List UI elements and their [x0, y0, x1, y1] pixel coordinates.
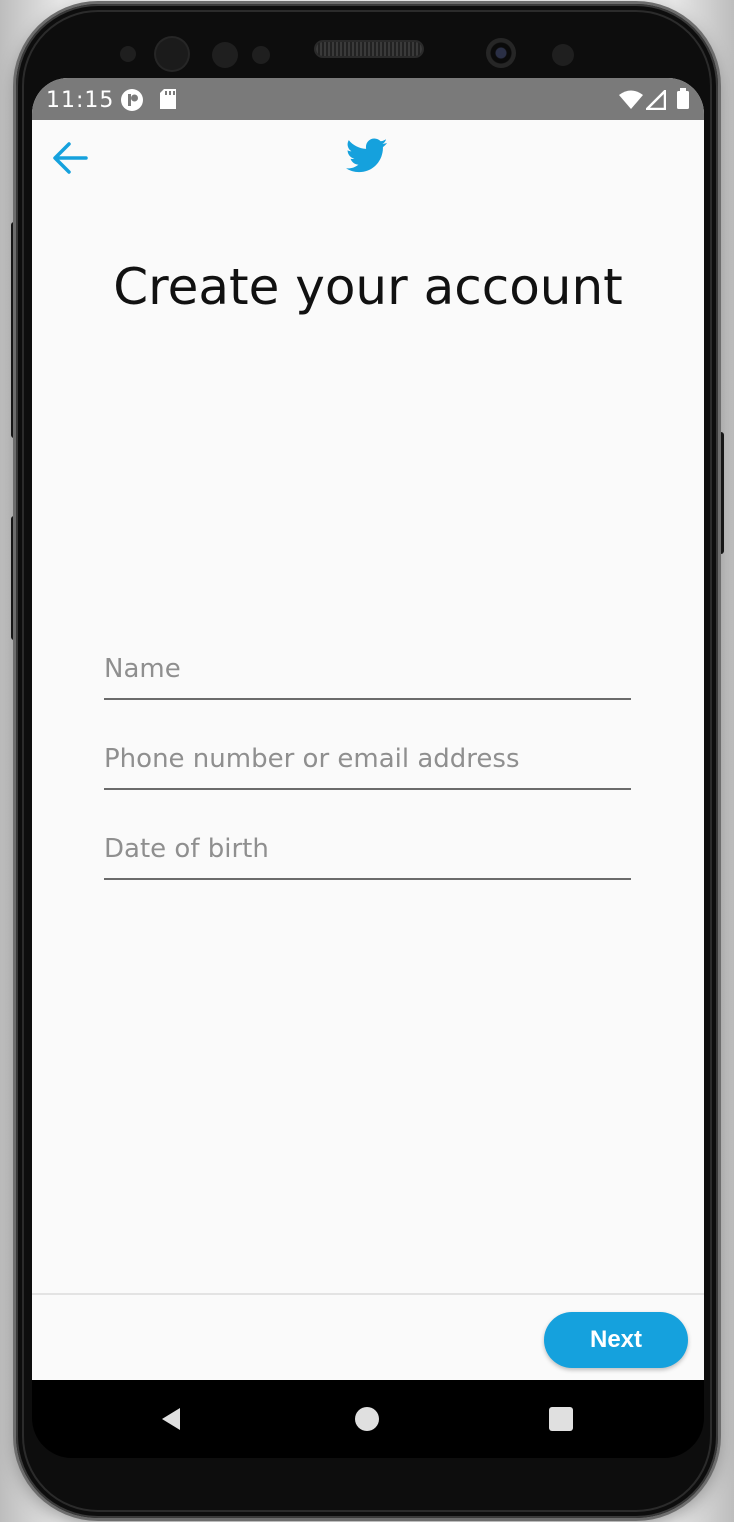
square-recents-icon[interactable] [546, 1404, 576, 1434]
iris-sensor [212, 42, 238, 68]
date-of-birth-field[interactable] [104, 826, 631, 880]
wifi-icon [618, 90, 644, 115]
footer-divider [32, 1293, 704, 1295]
earpiece-speaker [316, 42, 422, 56]
front-camera [486, 38, 516, 68]
next-button[interactable]: Next [544, 1312, 688, 1368]
triangle-back-icon[interactable] [156, 1404, 186, 1434]
app-notification-icon [120, 88, 144, 117]
front-sensor [156, 38, 188, 70]
iris-led [252, 46, 270, 64]
light-sensor [552, 44, 574, 66]
toolbar [32, 120, 704, 196]
battery-icon [676, 88, 690, 115]
cell-signal-icon [643, 87, 667, 115]
phone-or-email-field[interactable] [104, 736, 631, 790]
system-nav-bar [32, 1380, 704, 1458]
app-screen: 11:15 Create your account Name Phone num… [32, 78, 704, 1384]
page-title: Create your account [113, 258, 623, 316]
phone-frame: 11:15 Create your account Name Phone num… [16, 4, 718, 1518]
sd-card-icon [158, 88, 178, 115]
status-time: 11:15 [46, 88, 115, 113]
arrow-left-icon[interactable] [50, 138, 90, 178]
status-bar: 11:15 [32, 78, 704, 120]
twitter-bird-icon [346, 138, 388, 178]
proximity-sensor [120, 46, 136, 62]
circle-home-icon[interactable] [352, 1404, 382, 1434]
name-field[interactable] [104, 646, 631, 700]
